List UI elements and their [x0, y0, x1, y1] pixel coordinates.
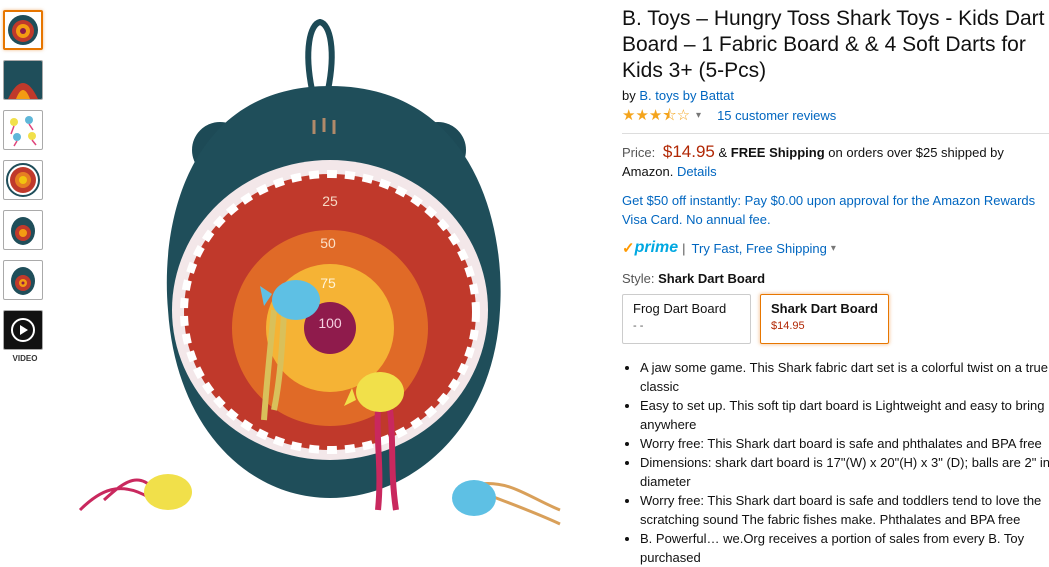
prime-logo: prime: [634, 239, 679, 256]
style-option-price: - -: [633, 320, 644, 332]
thumbnail-5[interactable]: [3, 210, 43, 250]
star-empty-icon: ☆: [676, 106, 691, 124]
thumbnail-4[interactable]: [3, 160, 43, 200]
style-option-name: Frog Dart Board: [633, 301, 727, 316]
thumbnail-strip: VIDEO: [3, 10, 47, 363]
dartboard-thumb-icon: [6, 163, 40, 197]
style-option-frog[interactable]: Frog Dart Board - -: [622, 294, 751, 344]
main-product-image[interactable]: 25 50 75 100: [60, 10, 590, 566]
feature-bullets: A jaw some game. This Shark fabric dart …: [622, 358, 1049, 567]
style-row: Style: Shark Dart Board: [622, 271, 1049, 286]
price-amount: $14.95: [662, 142, 715, 161]
style-value: Shark Dart Board: [658, 271, 766, 286]
feature-bullet: Worry free: This Shark dart board is saf…: [640, 491, 1049, 529]
byline-prefix: by: [622, 88, 636, 103]
score-100-label: 100: [318, 315, 342, 331]
thumbnail-3[interactable]: [3, 110, 43, 150]
style-options: Frog Dart Board - - Shark Dart Board $14…: [622, 294, 1049, 344]
score-75-label: 75: [320, 275, 336, 291]
price-block: Price: $14.95 & FREE Shipping on orders …: [622, 142, 1049, 181]
feature-bullet: Dimensions: shark dart board is 17"(W) x…: [640, 453, 1049, 491]
shark-closeup-thumb-icon: [4, 61, 42, 99]
style-label: Style:: [622, 271, 655, 286]
shipping-ampersand: &: [718, 145, 728, 160]
chevron-down-icon[interactable]: ▾: [831, 243, 836, 254]
product-title: B. Toys – Hungry Toss Shark Toys - Kids …: [622, 7, 1045, 82]
score-25-label: 25: [322, 193, 338, 209]
dartboard-thumb-icon: [8, 15, 38, 45]
prime-separator: |: [682, 240, 686, 256]
star-half-icon: ⯪: [662, 106, 677, 124]
video-label: VIDEO: [12, 354, 38, 363]
rating-row: ★ ★ ★ ⯪ ☆ ▾ 15 customer reviews: [622, 106, 1049, 124]
product-details: B. Toys – Hungry Toss Shark Toys - Kids …: [622, 6, 1049, 567]
dartboard-thumb-icon: [11, 217, 35, 245]
star-full-icon: ★: [648, 106, 663, 124]
score-50-label: 50: [320, 235, 336, 251]
customer-reviews-link[interactable]: 15 customer reviews: [717, 108, 836, 123]
style-option-price: $14.95: [771, 320, 805, 332]
divider: [622, 133, 1049, 134]
prime-row: ✓ prime | Try Fast, Free Shipping ▾: [622, 239, 1049, 257]
style-option-shark[interactable]: Shark Dart Board $14.95: [760, 294, 889, 344]
style-option-name: Shark Dart Board: [771, 301, 878, 316]
thumbnail-2[interactable]: [3, 60, 43, 100]
star-full-icon: ★: [622, 106, 636, 124]
thumbnail-1[interactable]: [3, 10, 43, 50]
feature-bullet: Worry free: This Shark dart board is saf…: [640, 434, 1049, 453]
darts-thumb-icon: [10, 116, 37, 147]
price-label: Price:: [622, 145, 656, 160]
details-link[interactable]: Details: [677, 164, 717, 179]
rewards-promo-link[interactable]: Get $50 off instantly: Pay $0.00 upon ap…: [622, 191, 1049, 229]
dartboard-thumb-icon: [11, 267, 35, 295]
prime-cta-link[interactable]: Try Fast, Free Shipping: [692, 241, 827, 256]
feature-bullet: A jaw some game. This Shark fabric dart …: [640, 358, 1049, 396]
star-full-icon: ★: [635, 106, 649, 124]
brand-link[interactable]: B. toys by Battat: [639, 88, 734, 103]
free-shipping-label: FREE Shipping: [730, 145, 825, 160]
star-rating[interactable]: ★ ★ ★ ⯪ ☆: [622, 106, 691, 124]
prime-check-icon: ✓: [622, 240, 635, 257]
video-thumbnail[interactable]: [3, 310, 43, 350]
chevron-down-icon[interactable]: ▾: [696, 110, 701, 121]
play-icon: [11, 318, 35, 342]
feature-bullet: Easy to set up. This soft tip dart board…: [640, 396, 1049, 434]
thumbnail-6[interactable]: [3, 260, 43, 300]
byline: by B. toys by Battat: [622, 88, 1049, 103]
feature-bullet: B. Powerful… we.Org receives a portion o…: [640, 529, 1049, 567]
